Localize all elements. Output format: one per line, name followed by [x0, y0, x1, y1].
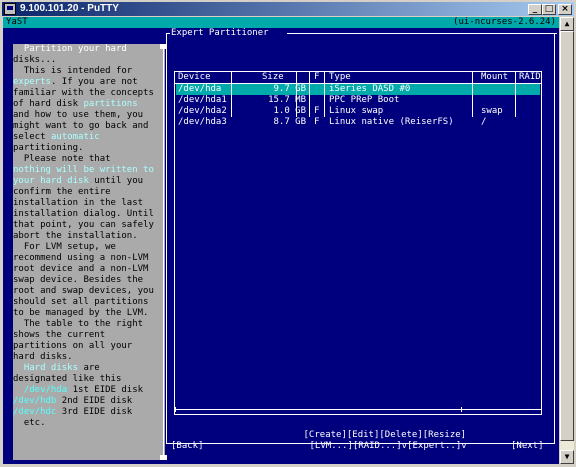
help-line: Partition your hard	[13, 44, 127, 54]
help-line: /dev/hdb 2nd EIDE disk	[13, 396, 133, 406]
help-line: Please note that	[13, 154, 111, 164]
cell-f: F	[314, 117, 320, 127]
expert-dropdown-marker: v	[461, 441, 467, 451]
cell-mount: /	[481, 117, 487, 127]
cell-size: 15.7 MB	[268, 95, 306, 105]
cell-type: Linux native (ReiserFS)	[329, 117, 454, 127]
close-button[interactable]: ×	[558, 4, 572, 15]
scroll-thumb[interactable]	[560, 31, 574, 441]
help-line: The table to the right	[13, 319, 144, 329]
cell-type: PPC PReP Boot	[329, 95, 400, 105]
cell-device: /dev/hda	[178, 84, 222, 94]
help-line: root device and a non-LVM	[13, 264, 149, 274]
help-line: should set all partitions	[13, 297, 149, 307]
expert-button[interactable]: v[Expert..]	[402, 441, 462, 451]
col-type: Type	[329, 72, 351, 82]
help-line: hard disks.	[13, 352, 73, 362]
help-line: select automatic	[13, 132, 100, 142]
cell-type: iSeries DASD #0	[329, 84, 411, 94]
window-title: 9.100.101.20 - PuTTY	[20, 3, 119, 14]
scroll-down-arrow-icon[interactable]: ▼	[560, 450, 574, 464]
help-line: nothing will be written to	[13, 165, 154, 175]
expert-partitioner-title: Expert Partitioner	[171, 28, 269, 38]
lvm-button[interactable]: [LVM...]	[310, 441, 353, 451]
col-raid: RAID	[519, 72, 541, 82]
scroll-up-arrow-icon[interactable]: ▲	[560, 17, 574, 31]
help-scroll-bottom-marker	[160, 455, 167, 460]
col-size: Size	[262, 72, 284, 82]
help-line: recommend using a non-LVM	[13, 253, 149, 263]
help-line: experts. If you are not	[13, 77, 138, 87]
cell-size: 1.0 GB	[273, 106, 306, 116]
help-line: to be managed by the LVM.	[13, 308, 149, 318]
help-line: disks...	[13, 55, 57, 65]
help-line: familiar with the concepts	[13, 88, 154, 98]
help-line: etc.	[13, 418, 46, 428]
help-line: partitions on all your	[13, 341, 133, 351]
help-line: that point, you can safely	[13, 220, 154, 230]
help-line: partitioning.	[13, 143, 84, 153]
yast-label: YaST	[6, 17, 28, 27]
back-button[interactable]: [Back]	[171, 441, 204, 452]
cell-device: /dev/hda1	[178, 95, 227, 105]
cell-type: Linux swap	[329, 106, 384, 116]
help-line: shows the current	[13, 330, 106, 340]
window-scrollbar[interactable]: ▲ ▼	[560, 17, 574, 464]
col-f: F	[314, 72, 320, 82]
help-line: of hard disk partitions	[13, 99, 138, 109]
yast-top-bar: YaST (ui-ncurses-2.6.24)	[3, 17, 559, 28]
help-line: and how to use them, you	[13, 110, 144, 120]
help-line: installation dialog. Until	[13, 209, 154, 219]
col-device: Device	[178, 72, 211, 82]
putty-window: 9.100.101.20 - PuTTY _ □ × YaST (ui-ncur…	[0, 0, 576, 467]
help-line: installation in the last	[13, 198, 144, 208]
partition-table[interactable]: Device Size F Type Mount RAID /dev/hda 9.…	[174, 71, 542, 415]
ui-version-label: (ui-ncurses-2.6.24)	[453, 17, 556, 27]
help-line: /dev/hdc 3rd EIDE disk	[13, 407, 133, 417]
maximize-button[interactable]: □	[542, 4, 556, 15]
help-panel: Partition your hard disks... This is inte…	[13, 44, 165, 460]
cell-size: 8.7 GB	[273, 117, 306, 127]
putty-icon[interactable]	[4, 3, 16, 15]
terminal-area[interactable]: YaST (ui-ncurses-2.6.24) Partition your …	[3, 17, 559, 464]
help-line: /dev/hda 1st EIDE disk	[13, 385, 144, 395]
minimize-button[interactable]: _	[528, 4, 542, 15]
title-bar[interactable]: 9.100.101.20 - PuTTY _ □ ×	[2, 2, 574, 16]
help-line: designated like this	[13, 374, 122, 384]
next-button[interactable]: [Next]	[511, 441, 544, 452]
help-line: Hard disks are	[13, 363, 100, 373]
table-row[interactable]: /dev/hda3 8.7 GB F Linux native (ReiserFS) /	[176, 117, 540, 128]
cell-device: /dev/hda3	[178, 117, 227, 127]
help-line: For LVM setup, we	[13, 242, 116, 252]
cell-size: 9.7 GB	[273, 84, 306, 94]
help-line: abort the installation.	[13, 231, 138, 241]
cell-mount: swap	[481, 106, 503, 116]
col-mount: Mount	[481, 72, 509, 82]
help-line: your hard disk until you	[13, 176, 144, 186]
help-line: confirm the entire	[13, 187, 111, 197]
cell-device: /dev/hda2	[178, 106, 227, 116]
help-line: root and swap devices, you	[13, 286, 154, 296]
cell-f: F	[314, 106, 320, 116]
table-horizontal-scrollbar[interactable]	[175, 407, 541, 412]
help-line: might want to go back and	[13, 121, 149, 131]
help-line: swap device. Besides the	[13, 275, 144, 285]
raid-button[interactable]: [RAID...]	[353, 441, 402, 451]
advanced-buttons-row: [LVM...][RAID...]v[Expert..]v	[277, 430, 467, 463]
help-line: This is intended for	[13, 66, 133, 76]
